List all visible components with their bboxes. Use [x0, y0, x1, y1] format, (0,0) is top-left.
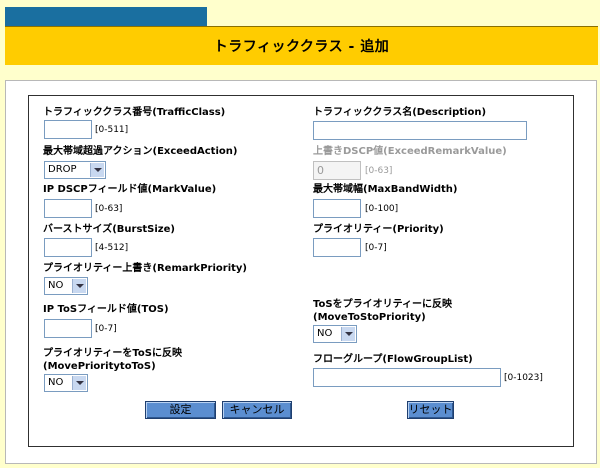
move-priority-to-tos-label-1: プライオリティーをToSに反映: [43, 348, 182, 359]
mark-value-input[interactable]: [44, 199, 92, 218]
exceed-remark-value-input: [313, 161, 361, 180]
traffic-class-range: [0-511]: [95, 125, 129, 135]
tos-label: IP ToSフィールド値(TOS): [43, 304, 169, 315]
tos-input[interactable]: [44, 319, 92, 338]
max-bandwidth-label: 最大帯域幅(MaxBandWidth): [313, 184, 458, 195]
page-header: トラフィッククラス - 追加: [5, 26, 598, 65]
flow-group-list-range: [0-1023]: [504, 373, 543, 383]
move-tos-to-priority-label-1: ToSをプライオリティーに反映: [313, 299, 452, 310]
description-input[interactable]: [313, 121, 527, 140]
exceed-action-select[interactable]: DROP: [44, 161, 106, 179]
flow-group-list-input[interactable]: [313, 368, 501, 387]
submit-button[interactable]: 設定: [145, 401, 216, 419]
move-priority-to-tos-value: NO: [48, 377, 64, 388]
header-tab: [5, 7, 207, 26]
reset-button[interactable]: リセット: [407, 401, 454, 419]
priority-range: [0-7]: [365, 243, 387, 253]
traffic-class-input[interactable]: [44, 120, 92, 139]
move-tos-to-priority-select[interactable]: NO: [313, 325, 357, 343]
chevron-down-icon: [341, 327, 355, 341]
chevron-down-icon: [72, 279, 86, 293]
max-bandwidth-input[interactable]: [313, 199, 361, 218]
flow-group-list-label: フローグループ(FlowGroupList): [313, 354, 473, 365]
burst-size-range: [4-512]: [95, 243, 129, 253]
max-bandwidth-range: [0-100]: [365, 204, 399, 214]
page-title: トラフィッククラス - 追加: [213, 39, 390, 55]
burst-size-label: バーストサイズ(BurstSize): [43, 224, 175, 235]
exceed-action-label: 最大帯域超過アクション(ExceedAction): [43, 146, 238, 157]
remark-priority-label: プライオリティー上書き(RemarkPriority): [43, 263, 247, 274]
exceed-remark-value-label: 上書きDSCP値(ExceedRemarkValue): [313, 146, 507, 157]
traffic-class-label: トラフィッククラス番号(TrafficClass): [43, 107, 226, 118]
remark-priority-select[interactable]: NO: [44, 277, 88, 295]
tos-range: [0-7]: [95, 324, 117, 334]
move-priority-to-tos-label-2: (MovePrioritytoToS): [43, 361, 156, 372]
exceed-remark-value-range: [0-63]: [365, 166, 393, 176]
mark-value-label: IP DSCPフィールド値(MarkValue): [43, 184, 217, 195]
chevron-down-icon: [72, 376, 86, 390]
move-tos-to-priority-value: NO: [317, 328, 333, 339]
mark-value-range: [0-63]: [95, 204, 123, 214]
chevron-down-icon: [90, 163, 104, 177]
priority-input[interactable]: [313, 238, 361, 257]
remark-priority-value: NO: [48, 280, 64, 291]
move-priority-to-tos-select[interactable]: NO: [44, 374, 88, 392]
priority-label: プライオリティー(Priority): [313, 224, 444, 235]
burst-size-input[interactable]: [44, 238, 92, 257]
exceed-action-value: DROP: [48, 164, 77, 175]
move-tos-to-priority-label-2: (MoveToStoPriority): [313, 312, 426, 323]
cancel-button[interactable]: キャンセル: [222, 401, 292, 419]
description-label: トラフィッククラス名(Description): [313, 107, 487, 118]
